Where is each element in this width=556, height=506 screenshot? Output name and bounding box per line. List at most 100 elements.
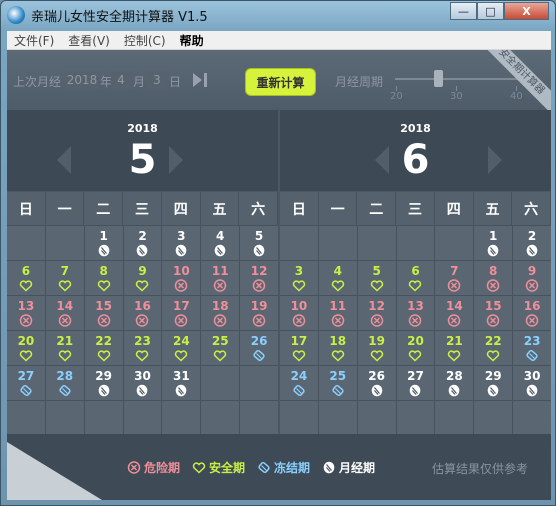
play-icon[interactable] [193,73,202,87]
day-cell[interactable]: 26 [357,366,396,400]
day-cell[interactable]: 26 [240,331,278,365]
day-cell[interactable]: 18 [318,331,357,365]
day-cell[interactable]: 11 [201,261,240,295]
day-cell[interactable]: 16 [513,296,551,330]
day-cell[interactable]: 20 [396,331,435,365]
day-cell[interactable]: 5 [240,226,278,260]
day-cell[interactable]: 21 [435,331,474,365]
day-number: 8 [489,263,498,278]
empty-cell [513,401,551,435]
day-cell[interactable]: 8 [474,261,513,295]
day-cell[interactable]: 20 [7,331,45,365]
day-cell[interactable]: 9 [513,261,551,295]
day-cell[interactable]: 10 [280,296,318,330]
day-cell[interactable]: 14 [45,296,84,330]
day-cell[interactable]: 8 [84,261,123,295]
day-cell[interactable]: 12 [240,261,278,295]
prev-month-icon[interactable] [375,146,389,174]
day-cell[interactable]: 16 [123,296,162,330]
menu-bar: 文件(F) 查看(V) 控制(C) 帮助 [7,31,551,50]
day-cell[interactable]: 2 [513,226,551,260]
cycle-slider-thumb[interactable] [434,70,443,87]
cycle-slider[interactable] [395,78,525,80]
day-cell[interactable]: 12 [357,296,396,330]
day-cell[interactable]: 22 [474,331,513,365]
day-cell[interactable]: 31 [162,366,201,400]
day-cell[interactable]: 1 [474,226,513,260]
day-cell[interactable]: 17 [280,331,318,365]
day-cell[interactable]: 9 [123,261,162,295]
day-cell[interactable]: 24 [280,366,318,400]
menu-help[interactable]: 帮助 [173,32,211,49]
day-cell[interactable]: 6 [396,261,435,295]
day-cell[interactable]: 3 [280,261,318,295]
day-cell[interactable]: 15 [474,296,513,330]
day-cell[interactable]: 25 [318,366,357,400]
legend-item: 安全期 [192,459,245,476]
day-cell[interactable]: 4 [201,226,240,260]
day-input[interactable]: 3 [147,71,167,89]
day-cell[interactable]: 4 [318,261,357,295]
day-cell[interactable]: 25 [201,331,240,365]
day-cell[interactable]: 30 [123,366,162,400]
day-cell[interactable]: 3 [162,226,201,260]
day-cell[interactable]: 13 [396,296,435,330]
day-cell[interactable]: 15 [84,296,123,330]
day-cell[interactable]: 29 [474,366,513,400]
close-button[interactable]: X [504,2,549,20]
weekday-label: 六 [239,192,279,225]
prev-month-icon[interactable] [57,146,71,174]
title-bar[interactable]: 亲瑞儿女性安全期计算器 V1.5 — □ X [1,1,555,30]
day-cell[interactable]: 7 [435,261,474,295]
day-cell[interactable]: 10 [162,261,201,295]
day-cell[interactable]: 23 [513,331,551,365]
next-month-icon[interactable] [488,146,502,174]
day-cell[interactable]: 29 [84,366,123,400]
day-cell[interactable]: 19 [240,296,278,330]
day-cell[interactable]: 17 [162,296,201,330]
heart-icon [19,349,33,362]
day-cell[interactable]: 18 [201,296,240,330]
day-cell[interactable]: 13 [7,296,45,330]
danger-icon [58,313,72,327]
day-cell[interactable]: 28 [45,366,84,400]
day-cell[interactable]: 27 [7,366,45,400]
day-cell[interactable]: 22 [84,331,123,365]
minimize-button[interactable]: — [450,2,477,20]
day-number: 14 [56,298,74,313]
day-cell[interactable]: 14 [435,296,474,330]
weekday-label: 一 [318,192,358,225]
day-cell[interactable]: 11 [318,296,357,330]
app-window: 亲瑞儿女性安全期计算器 V1.5 — □ X 文件(F) 查看(V) 控制(C)… [0,0,556,506]
tick-label-30: 30 [450,91,463,102]
empty-cell [280,226,318,260]
day-cell[interactable]: 2 [123,226,162,260]
year-input[interactable]: 2018 [65,71,99,89]
day-cell[interactable]: 28 [435,366,474,400]
menu-file[interactable]: 文件(F) [7,32,61,49]
menu-view[interactable]: 查看(V) [61,32,117,49]
day-cell[interactable]: 27 [396,366,435,400]
day-cell[interactable]: 5 [357,261,396,295]
day-number: 12 [250,263,268,278]
day-number: 18 [211,298,229,313]
maximize-button[interactable]: □ [477,2,504,20]
day-cell[interactable]: 1 [84,226,123,260]
menu-control[interactable]: 控制(C) [117,32,173,49]
day-cell[interactable]: 6 [7,261,45,295]
day-cell[interactable]: 24 [162,331,201,365]
day-cell[interactable]: 23 [123,331,162,365]
day-cell[interactable]: 19 [357,331,396,365]
day-cell[interactable]: 7 [45,261,84,295]
recalculate-button[interactable]: 重新计算 [245,68,316,96]
month-input[interactable]: 4 [111,71,131,89]
empty-cell [45,226,84,260]
weekday-label: 三 [396,192,435,225]
day-number: 4 [216,228,225,243]
day-cell[interactable]: 21 [45,331,84,365]
day-number: 17 [290,333,308,348]
period-icon [525,384,539,397]
next-month-icon[interactable] [169,146,183,174]
day-cell[interactable]: 30 [513,366,551,400]
frozen-icon [257,461,274,474]
